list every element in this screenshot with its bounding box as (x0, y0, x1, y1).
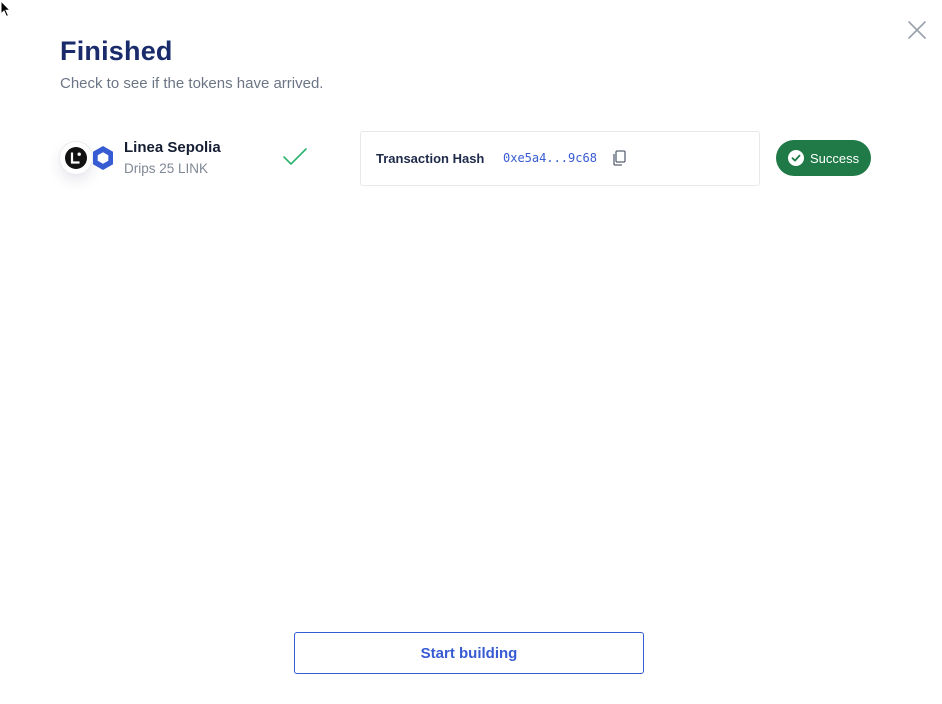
transaction-hash-link[interactable]: 0xe5a4...9c68 (503, 151, 597, 165)
network-name: Linea Sepolia (124, 139, 221, 156)
finished-dialog: Finished Check to see if the tokens have… (0, 0, 942, 704)
chainlink-logo-icon (93, 146, 113, 170)
linea-logo-icon (60, 142, 92, 174)
dialog-subtitle: Check to see if the tokens have arrived. (60, 75, 324, 92)
network-result-row: Linea Sepolia Drips 25 LINK Transaction … (60, 131, 872, 187)
drip-amount: Drips 25 LINK (124, 161, 209, 176)
dialog-title: Finished (60, 36, 173, 66)
check-icon (283, 148, 307, 165)
network-logos (60, 142, 120, 174)
mouse-cursor-icon (0, 0, 12, 18)
close-button[interactable] (903, 16, 931, 44)
start-building-button[interactable]: Start building (294, 632, 644, 674)
transaction-hash-box: Transaction Hash 0xe5a4...9c68 (360, 131, 760, 186)
copy-icon[interactable] (612, 150, 626, 166)
transaction-hash-label: Transaction Hash (376, 151, 485, 166)
status-label: Success (810, 150, 860, 166)
status-badge: Success (776, 140, 871, 176)
close-icon (908, 21, 926, 39)
success-check-icon (788, 150, 804, 166)
